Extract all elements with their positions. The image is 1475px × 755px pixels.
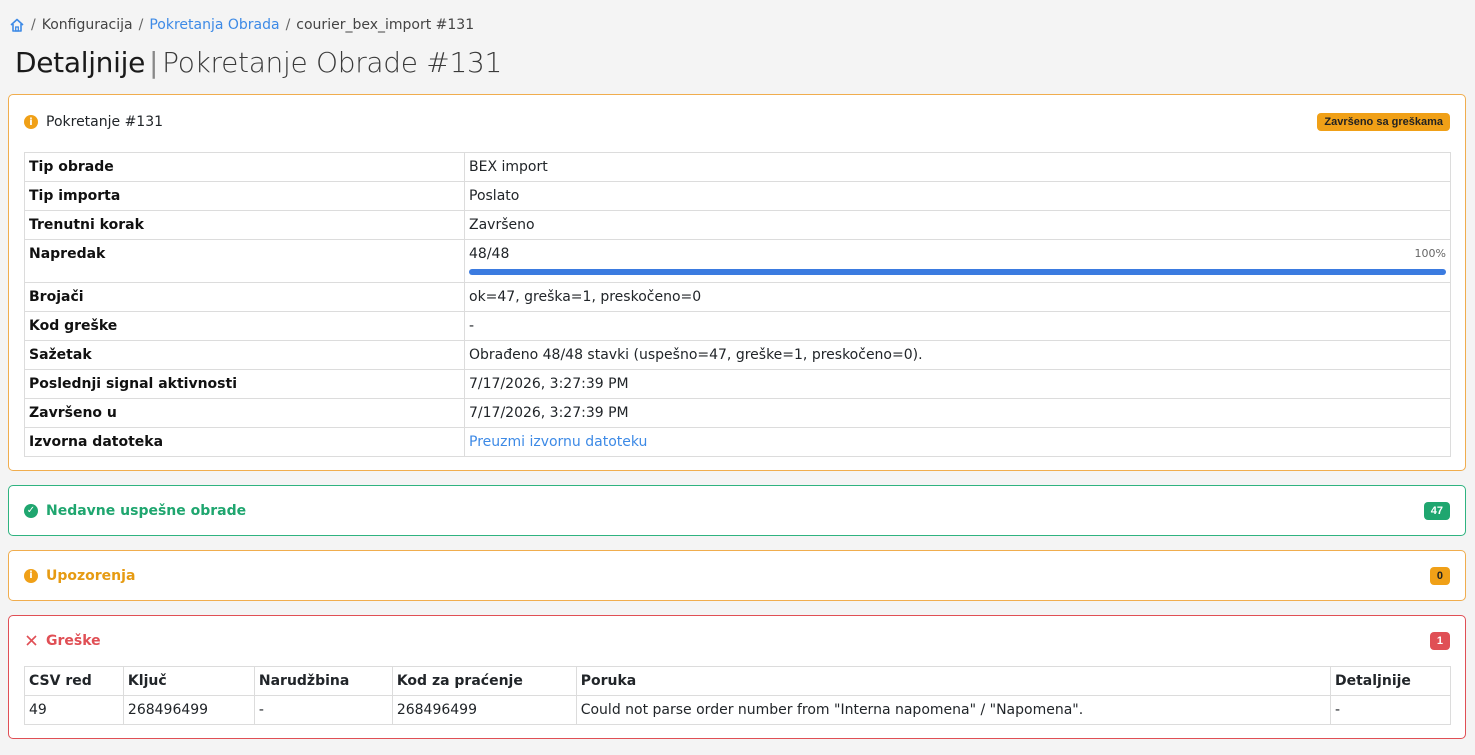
details-label: Tip obrade <box>24 152 465 182</box>
details-value: Preuzmi izvornu datoteku <box>464 427 1451 457</box>
run-card-title: Pokretanje #131 <box>46 114 164 130</box>
details-label: Izvorna datoteka <box>24 427 465 457</box>
info-icon: i <box>24 115 38 129</box>
details-row: Brojači ok=47, greška=1, preskočeno=0 <box>24 282 1451 312</box>
home-icon[interactable] <box>9 17 25 33</box>
progress-count: 48/48 <box>469 246 510 262</box>
warnings-card[interactable]: i Upozorenja 0 <box>8 550 1466 601</box>
page-title: Detaljnije | Pokretanje Obrade #131 <box>15 46 502 79</box>
progress-bar <box>469 269 1446 275</box>
errors-cell: 49 <box>24 695 124 725</box>
info-icon: i <box>24 568 38 583</box>
errors-cell: 268496499 <box>122 695 255 725</box>
details-label: Napredak <box>24 239 465 283</box>
status-badge: Završeno sa greškama <box>1317 113 1450 131</box>
progress-fill <box>469 269 1446 275</box>
errors-column-header: Kod za praćenje <box>391 666 577 696</box>
details-value: 7/17/2026, 3:27:39 PM <box>464 369 1451 399</box>
errors-column-header: Narudžbina <box>253 666 393 696</box>
details-row: Tip importa Poslato <box>24 181 1451 211</box>
details-value: BEX import <box>464 152 1451 182</box>
progress-cell: 48/48 100% <box>464 239 1451 283</box>
details-value: Završeno <box>464 210 1451 240</box>
details-label: Brojači <box>24 282 465 312</box>
download-source-file-link[interactable]: Preuzmi izvornu datoteku <box>469 434 647 450</box>
breadcrumb-konfiguracija[interactable]: Konfiguracija <box>42 17 133 33</box>
details-label: Završeno u <box>24 398 465 428</box>
details-label: Sažetak <box>24 340 465 370</box>
details-row: Napredak 48/48 100% <box>24 239 1451 283</box>
breadcrumb-pokretanja-obrada-link[interactable]: Pokretanja Obrada <box>149 17 279 33</box>
errors-count-badge: 1 <box>1429 631 1450 650</box>
details-row: Poslednji signal aktivnosti 7/17/2026, 3:… <box>24 369 1451 399</box>
errors-column-header: Poruka <box>575 666 1332 696</box>
success-card-title: Nedavne uspešne obrade <box>46 502 247 519</box>
progress-percent: 100% <box>1414 247 1446 260</box>
errors-cell: 268496499 <box>391 695 577 725</box>
run-details-card: i Pokretanje #131 Završeno sa greškama T… <box>8 94 1466 471</box>
details-label: Tip importa <box>24 181 465 211</box>
details-value: 7/17/2026, 3:27:39 PM <box>464 398 1451 428</box>
close-icon <box>24 635 38 646</box>
details-label: Poslednji signal aktivnosti <box>24 369 465 399</box>
details-label: Kod greške <box>24 311 465 341</box>
page-title-main: Detaljnije <box>15 46 146 79</box>
details-row: Sažetak Obrađeno 48/48 stavki (uspešno=47… <box>24 340 1451 370</box>
errors-column-header: Detaljnije <box>1330 666 1451 696</box>
details-row: Izvorna datoteka Preuzmi izvornu datoteku <box>24 427 1451 457</box>
check-circle-icon: ✓ <box>24 503 38 518</box>
errors-table-row: 49 268496499-268496499 Could not parse ord… <box>24 695 1451 725</box>
breadcrumb-current: courier_bex_import #131 <box>296 17 475 33</box>
errors-card: Greške 1 CSV red Ključ Narudžbina Kod za pr… <box>8 615 1466 739</box>
success-card[interactable]: ✓ Nedavne uspešne obrade 47 <box>8 485 1466 536</box>
run-card-header: i Pokretanje #131 Završeno sa greškama <box>9 95 1465 149</box>
details-value: - <box>464 311 1451 341</box>
run-details-table: Tip obrade BEX import Tip importa Poslato Tr… <box>24 152 1451 457</box>
details-row: Trenutni korak Završeno <box>24 210 1451 240</box>
errors-cell: Could not parse order number from "Inter… <box>575 695 1332 725</box>
details-label: Trenutni korak <box>24 210 465 240</box>
details-row: Tip obrade BEX import <box>24 152 1451 182</box>
details-value: Obrađeno 48/48 stavki (uspešno=47, grešk… <box>464 340 1451 370</box>
errors-column-header: Ključ <box>122 666 255 696</box>
details-value: ok=47, greška=1, preskočeno=0 <box>464 282 1451 312</box>
details-row: Završeno u 7/17/2026, 3:27:39 PM <box>24 398 1451 428</box>
errors-card-title: Greške <box>46 632 101 649</box>
details-value: Poslato <box>464 181 1451 211</box>
breadcrumb: / Konfiguracija / Pokretanja Obrada / co… <box>9 17 474 33</box>
page-title-sub: Pokretanje Obrade #131 <box>162 46 502 79</box>
warnings-card-title: Upozorenja <box>46 567 136 584</box>
errors-cell: - <box>253 695 393 725</box>
errors-column-header: CSV red <box>24 666 124 696</box>
details-row: Kod greške - <box>24 311 1451 341</box>
warnings-count-badge: 0 <box>1429 566 1450 585</box>
success-count-badge: 47 <box>1423 501 1450 520</box>
errors-cell: - <box>1330 695 1451 725</box>
errors-table: CSV red Ključ Narudžbina Kod za praćenje Por… <box>24 666 1451 725</box>
